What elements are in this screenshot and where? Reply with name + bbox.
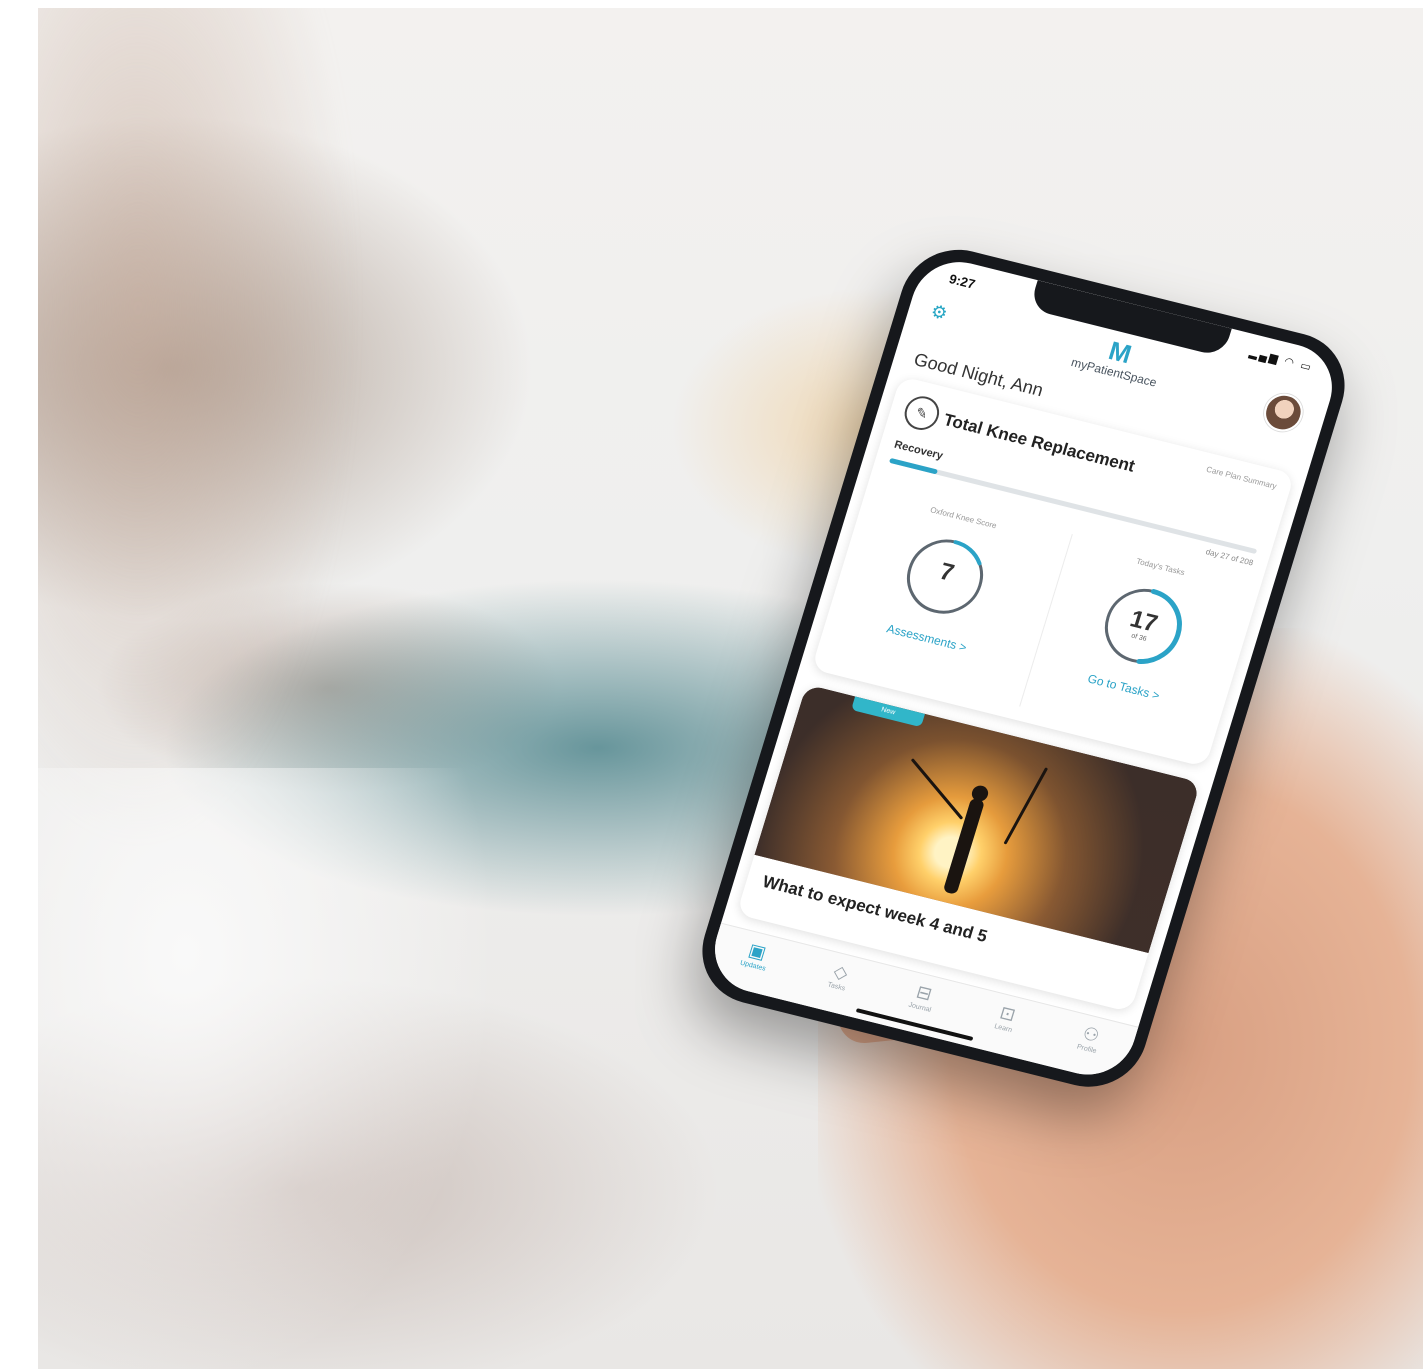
signal-wifi-battery-icon: ▂▄▆ ◠ ▭	[1247, 346, 1315, 375]
crutch	[1003, 767, 1048, 845]
figure-body	[942, 797, 985, 895]
crutch	[910, 758, 964, 820]
tab-updates[interactable]: ▣ Updates	[723, 934, 790, 976]
recovery-progress-fill	[888, 457, 939, 475]
tasks-ring: 17 of 36	[1088, 574, 1197, 677]
photo-background: 9:27 ▂▄▆ ◠ ▭ ⚙ M myPatientSpace Good Nig…	[38, 8, 1423, 1369]
gear-icon[interactable]: ⚙	[928, 301, 952, 324]
tab-journal[interactable]: ⊟ Journal	[890, 976, 957, 1018]
blurred-shoulder	[38, 768, 498, 1369]
tab-learn[interactable]: ⊡ Learn	[973, 997, 1040, 1039]
go-to-tasks-link[interactable]: Go to Tasks >	[1031, 658, 1216, 717]
care-plan-icon: ✎	[900, 392, 944, 434]
tab-profile[interactable]: ⚇ Profile	[1056, 1018, 1123, 1060]
avatar[interactable]	[1259, 389, 1308, 436]
status-time: 9:27	[947, 271, 977, 292]
assessments-link[interactable]: Assessments >	[834, 609, 1019, 668]
phase-label: Recovery	[892, 438, 945, 463]
care-plan-title: Total Knee Replacement	[941, 410, 1138, 476]
knee-score-ring: 7	[891, 525, 1000, 628]
tab-tasks[interactable]: ◇ Tasks	[806, 955, 873, 997]
knee-score-stat: Oxford Knee Score 7 Assessments >	[823, 485, 1057, 703]
blurred-person	[38, 8, 358, 848]
tasks-stat: Today's Tasks 17 of 36 Go to Tasks >	[1019, 534, 1255, 752]
care-plan-summary-label: Care Plan Summary	[1205, 464, 1278, 491]
